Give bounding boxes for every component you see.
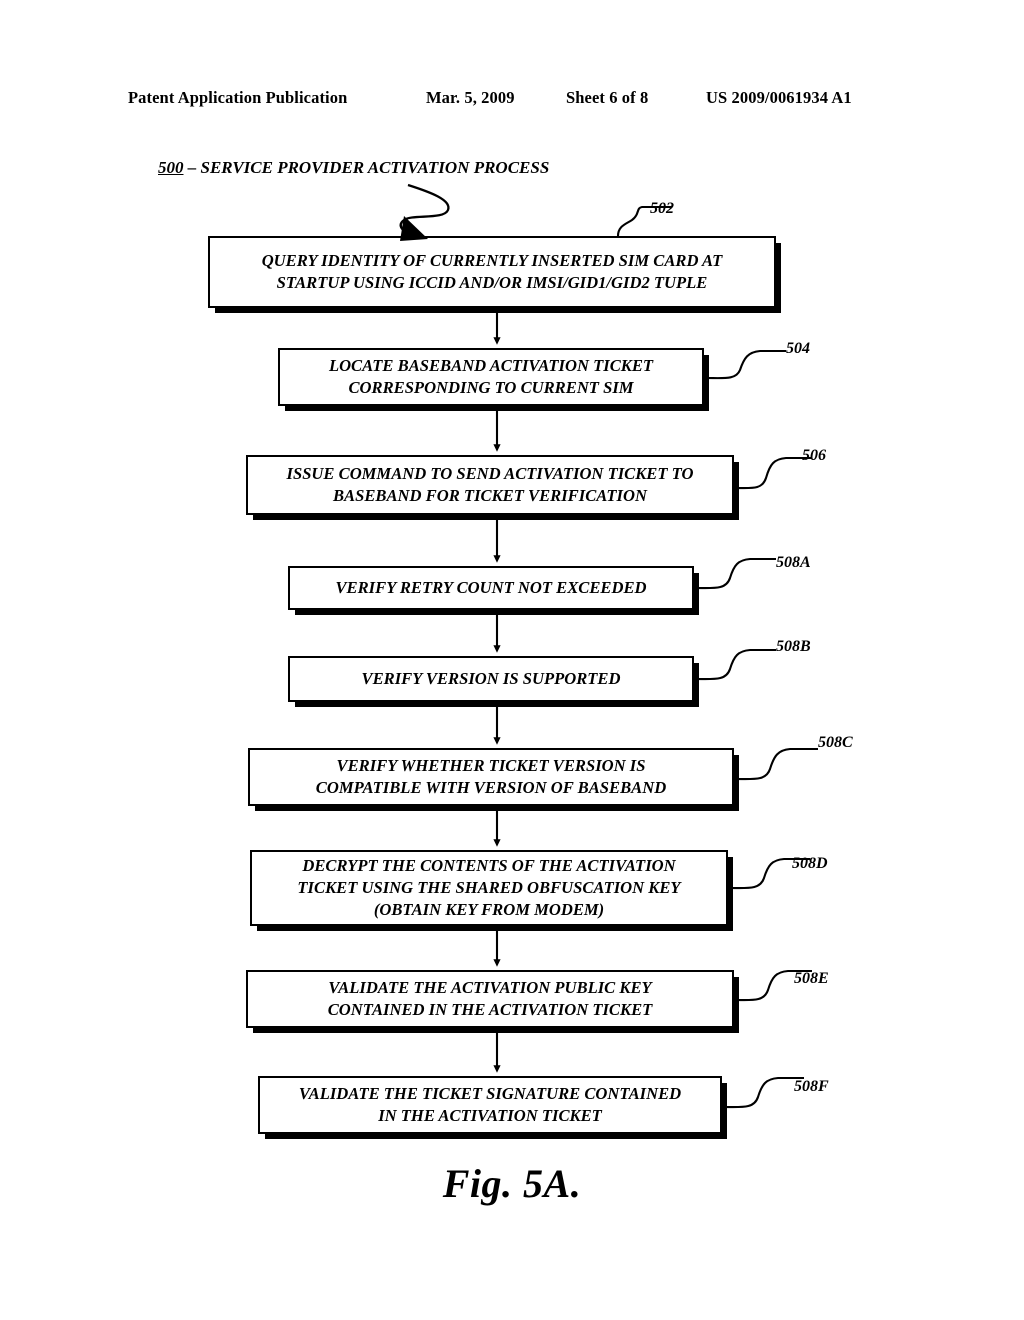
- flow-step-box-508C: VERIFY WHETHER TICKET VERSION IS COMPATI…: [248, 748, 734, 806]
- flow-step-502-line-2: STARTUP USING ICCID AND/OR IMSI/GID1/GID…: [276, 273, 708, 292]
- ref-numeral-508F: 508F: [794, 1078, 829, 1095]
- leader-508B: [693, 648, 776, 681]
- flow-step-box-508B: VERIFY VERSION IS SUPPORTED: [288, 656, 694, 702]
- leader-508F: [721, 1076, 804, 1109]
- figure-caption: Fig. 5A.: [442, 1161, 582, 1206]
- flow-step-box-508D: DECRYPT THE CONTENTS OF THE ACTIVATION T…: [250, 850, 728, 926]
- header-sheet-label: Sheet 6 of 8: [566, 88, 649, 107]
- flow-step-508E-line-2: CONTAINED IN THE ACTIVATION TICKET: [327, 1000, 653, 1019]
- title-pointer-arrow: [399, 183, 450, 241]
- flow-step-box-504: LOCATE BASEBAND ACTIVATION TICKET CORRES…: [278, 348, 704, 406]
- flow-step-508E-line-1: VALIDATE THE ACTIVATION PUBLIC KEY: [328, 978, 652, 998]
- flow-step-508A-line-1: VERIFY RETRY COUNT NOT EXCEEDED: [335, 578, 647, 598]
- flow-step-box-508A: VERIFY RETRY COUNT NOT EXCEEDED: [288, 566, 694, 610]
- flow-step-box-502: QUERY IDENTITY OF CURRENTLY INSERTED SIM…: [208, 236, 776, 308]
- leader-508C: [733, 747, 818, 781]
- ref-numeral-508D: 508D: [792, 855, 828, 872]
- flow-step-508D-line-1: DECRYPT THE CONTENTS OF THE ACTIVATION: [302, 856, 676, 876]
- figure-title-number: 500: [158, 158, 184, 177]
- flow-step-508F-line-2: IN THE ACTIVATION TICKET: [378, 1106, 602, 1125]
- flow-step-box-506: ISSUE COMMAND TO SEND ACTIVATION TICKET …: [246, 455, 734, 515]
- ref-numeral-504: 504: [786, 340, 810, 357]
- leader-504: [704, 349, 786, 380]
- ref-numeral-508B: 508B: [776, 638, 811, 655]
- ref-numeral-508C: 508C: [818, 734, 853, 751]
- ref-numeral-508E: 508E: [794, 970, 829, 987]
- header-patent-number: US 2009/0061934 A1: [706, 88, 852, 107]
- header-date-label: Mar. 5, 2009: [426, 88, 515, 107]
- flow-step-box-508F: VALIDATE THE TICKET SIGNATURE CONTAINED …: [258, 1076, 722, 1134]
- flow-step-504-line-2: CORRESPONDING TO CURRENT SIM: [348, 378, 634, 397]
- flow-step-502-line-1: QUERY IDENTITY OF CURRENTLY INSERTED SIM…: [261, 251, 723, 271]
- leader-506: [733, 456, 812, 490]
- flow-step-508B-line-1: VERIFY VERSION IS SUPPORTED: [361, 669, 621, 689]
- flow-step-506-line-2: BASEBAND FOR TICKET VERIFICATION: [332, 486, 647, 505]
- flow-step-506-line-1: ISSUE COMMAND TO SEND ACTIVATION TICKET …: [286, 464, 694, 484]
- header-publication-label: Patent Application Publication: [128, 88, 348, 107]
- ref-numeral-502: 502: [650, 200, 674, 217]
- flow-step-508C-line-2: COMPATIBLE WITH VERSION OF BASEBAND: [315, 778, 667, 797]
- flow-step-508D-line-3: (OBTAIN KEY FROM MODEM): [373, 899, 605, 919]
- flow-step-504-line-1: LOCATE BASEBAND ACTIVATION TICKET: [328, 356, 654, 376]
- flow-step-box-508E: VALIDATE THE ACTIVATION PUBLIC KEY CONTA…: [246, 970, 734, 1028]
- leader-508A: [693, 557, 776, 590]
- figure-title-text: SERVICE PROVIDER ACTIVATION PROCESS: [200, 158, 550, 177]
- figure-title: 500 – SERVICE PROVIDER ACTIVATION PROCES…: [158, 158, 549, 178]
- ref-numeral-508A: 508A: [776, 554, 811, 571]
- flow-step-508F-line-1: VALIDATE THE TICKET SIGNATURE CONTAINED: [298, 1084, 682, 1104]
- figure-title-dash: –: [183, 158, 201, 177]
- page-running-header: Patent Application Publication Mar. 5, 2…: [128, 88, 896, 112]
- ref-numeral-506: 506: [802, 447, 826, 464]
- flow-step-508D-line-2: TICKET USING THE SHARED OBFUSCATION KEY: [297, 878, 681, 898]
- flow-step-508C-line-1: VERIFY WHETHER TICKET VERSION IS: [336, 756, 646, 776]
